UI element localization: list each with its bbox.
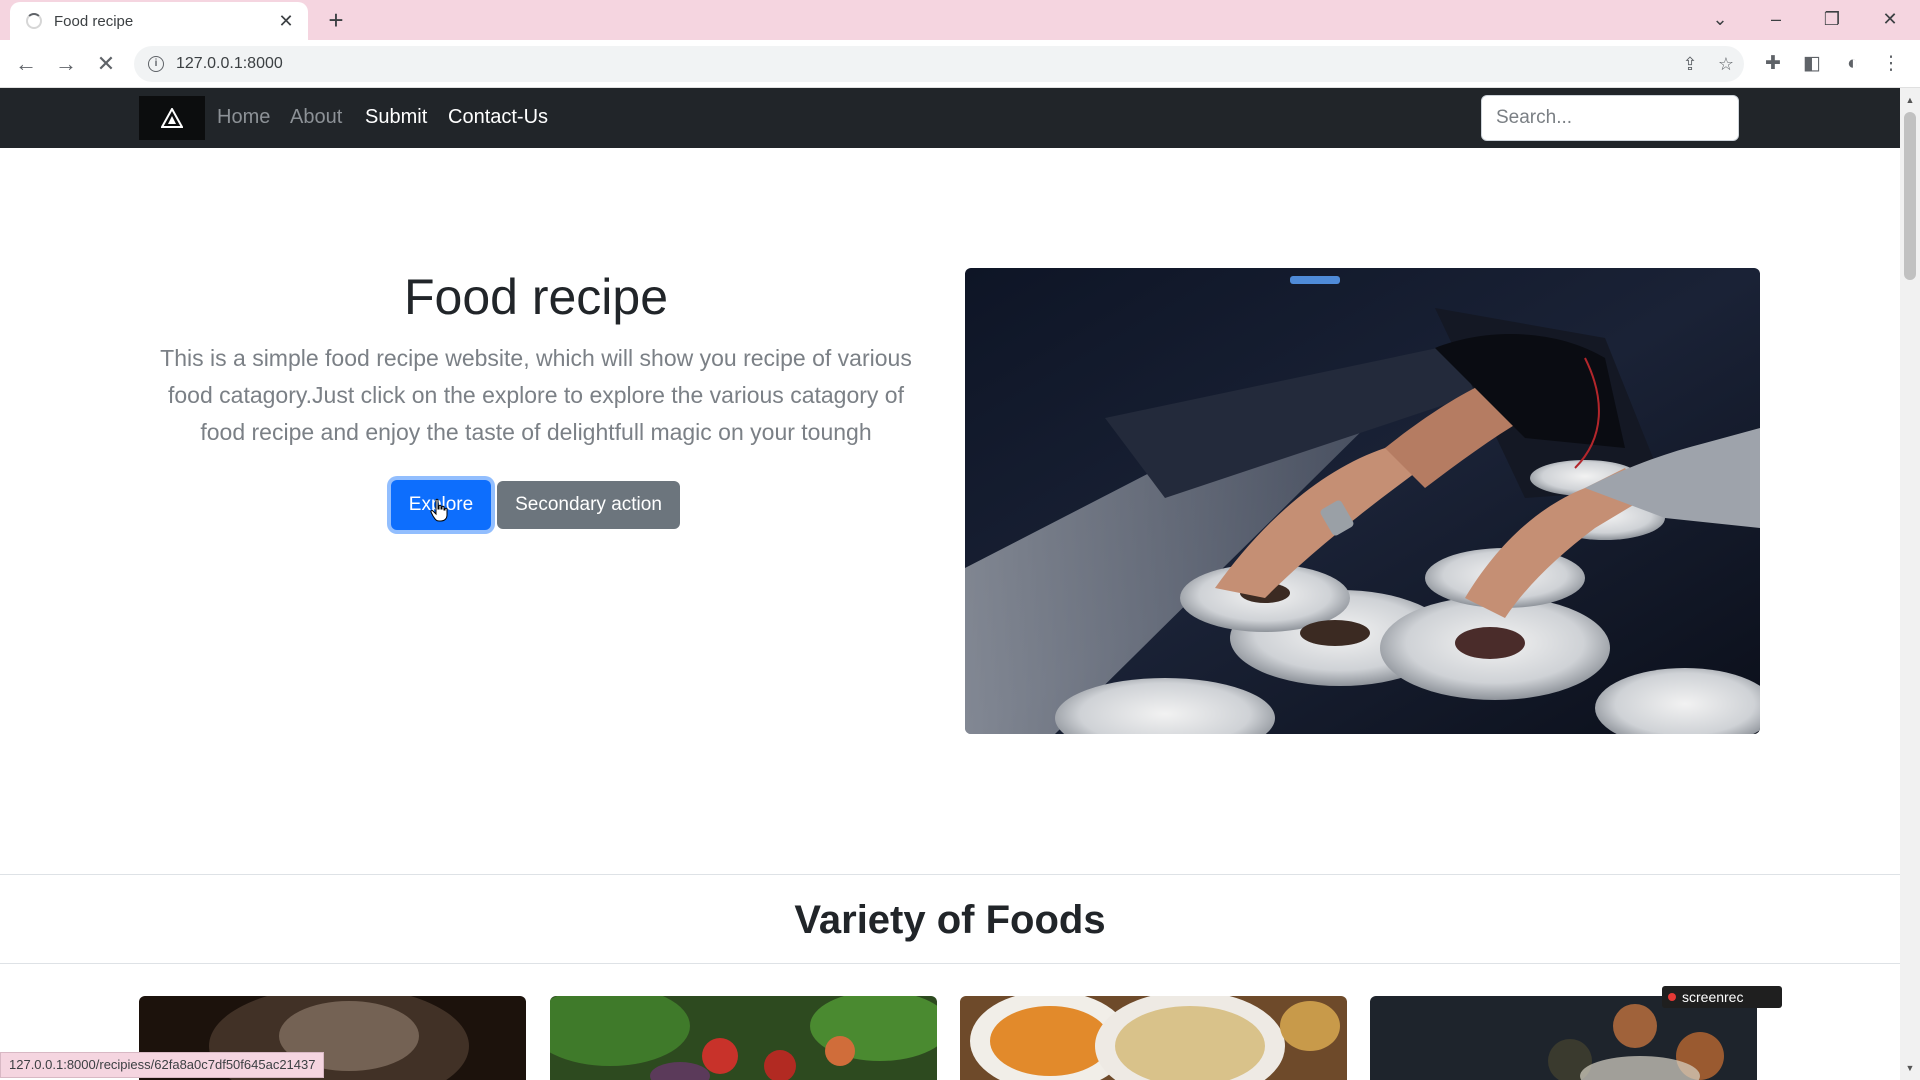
forward-arrow-icon[interactable]: → [50,48,82,80]
brand-logo-icon [161,108,183,128]
browser-tab[interactable]: Food recipe ✕ [10,2,308,40]
extensions-puzzle-icon[interactable]: ✚ [1758,50,1788,78]
link-status-bubble: 127.0.0.1:8000/recipiess/62fa8a0c7df50f6… [0,1052,325,1078]
new-tab-icon[interactable]: + [322,6,350,34]
browser-tabstrip: Food recipe ✕ + ⌄ – ❐ ✕ [0,0,1920,40]
address-bar[interactable]: i 127.0.0.1:8000 ⇪ ☆ [134,46,1744,82]
recorder-label: screenrec [1682,989,1744,1005]
screen-recorder-badge: screenrec [1662,986,1782,1008]
window-close-icon[interactable]: ✕ [1870,4,1910,34]
nav-link-home[interactable]: Home [217,105,270,129]
food-card-image-4[interactable] [1370,996,1757,1080]
side-panel-icon[interactable]: ◧ [1797,50,1827,78]
browser-toolbar: ← → ✕ i 127.0.0.1:8000 ⇪ ☆ ✚ ◧ ◐ ⋮ [0,40,1920,88]
minimize-icon[interactable]: – [1756,4,1796,34]
hero-title: Food recipe [403,269,669,325]
hero-description: This is a simple food recipe website, wh… [160,345,912,445]
scrollbar-thumb[interactable] [1904,112,1916,280]
food-card-image-2[interactable] [550,996,937,1080]
browser-menu-icon[interactable]: ⋮ [1876,50,1906,78]
bookmark-star-icon[interactable]: ☆ [1708,54,1744,75]
restore-icon[interactable]: ❐ [1812,4,1852,34]
back-arrow-icon[interactable]: ← [10,48,42,80]
page-viewport: Home About Submit Contact-Us Food recipe… [0,88,1900,1080]
page-scrollbar[interactable]: ▲ ▼ [1900,88,1920,1080]
section-divider-top [0,874,1900,875]
search-input[interactable] [1481,95,1739,141]
site-info-icon[interactable]: i [148,56,164,72]
address-url[interactable]: 127.0.0.1:8000 [176,55,1672,73]
profile-avatar-icon[interactable]: ◐ [1838,50,1868,78]
tab-search-chevron-icon[interactable]: ⌄ [1700,4,1740,34]
site-navbar: Home About Submit Contact-Us [0,88,1900,148]
hero-chef-plating-image [965,268,1760,734]
nav-link-submit[interactable]: Submit [365,105,427,129]
brand-logo[interactable] [139,96,205,140]
close-tab-icon[interactable]: ✕ [276,11,296,32]
food-card-image-3[interactable] [960,996,1347,1080]
scroll-down-arrow-icon[interactable]: ▼ [1900,1060,1920,1076]
secondary-action-button[interactable]: Secondary action [497,481,680,529]
record-dot-icon [1668,993,1676,1001]
section-divider-bottom [0,963,1900,964]
nav-link-contact-us[interactable]: Contact-Us [448,105,548,129]
scroll-up-arrow-icon[interactable]: ▲ [1900,92,1920,108]
tab-title: Food recipe [54,12,134,30]
loading-spinner-icon [26,13,42,29]
hand-cursor-icon [430,498,448,522]
share-icon[interactable]: ⇪ [1672,54,1708,75]
variety-section-title: Variety of Foods [794,898,1106,942]
stop-loading-icon[interactable]: ✕ [90,48,122,80]
nav-link-about[interactable]: About [290,105,342,129]
